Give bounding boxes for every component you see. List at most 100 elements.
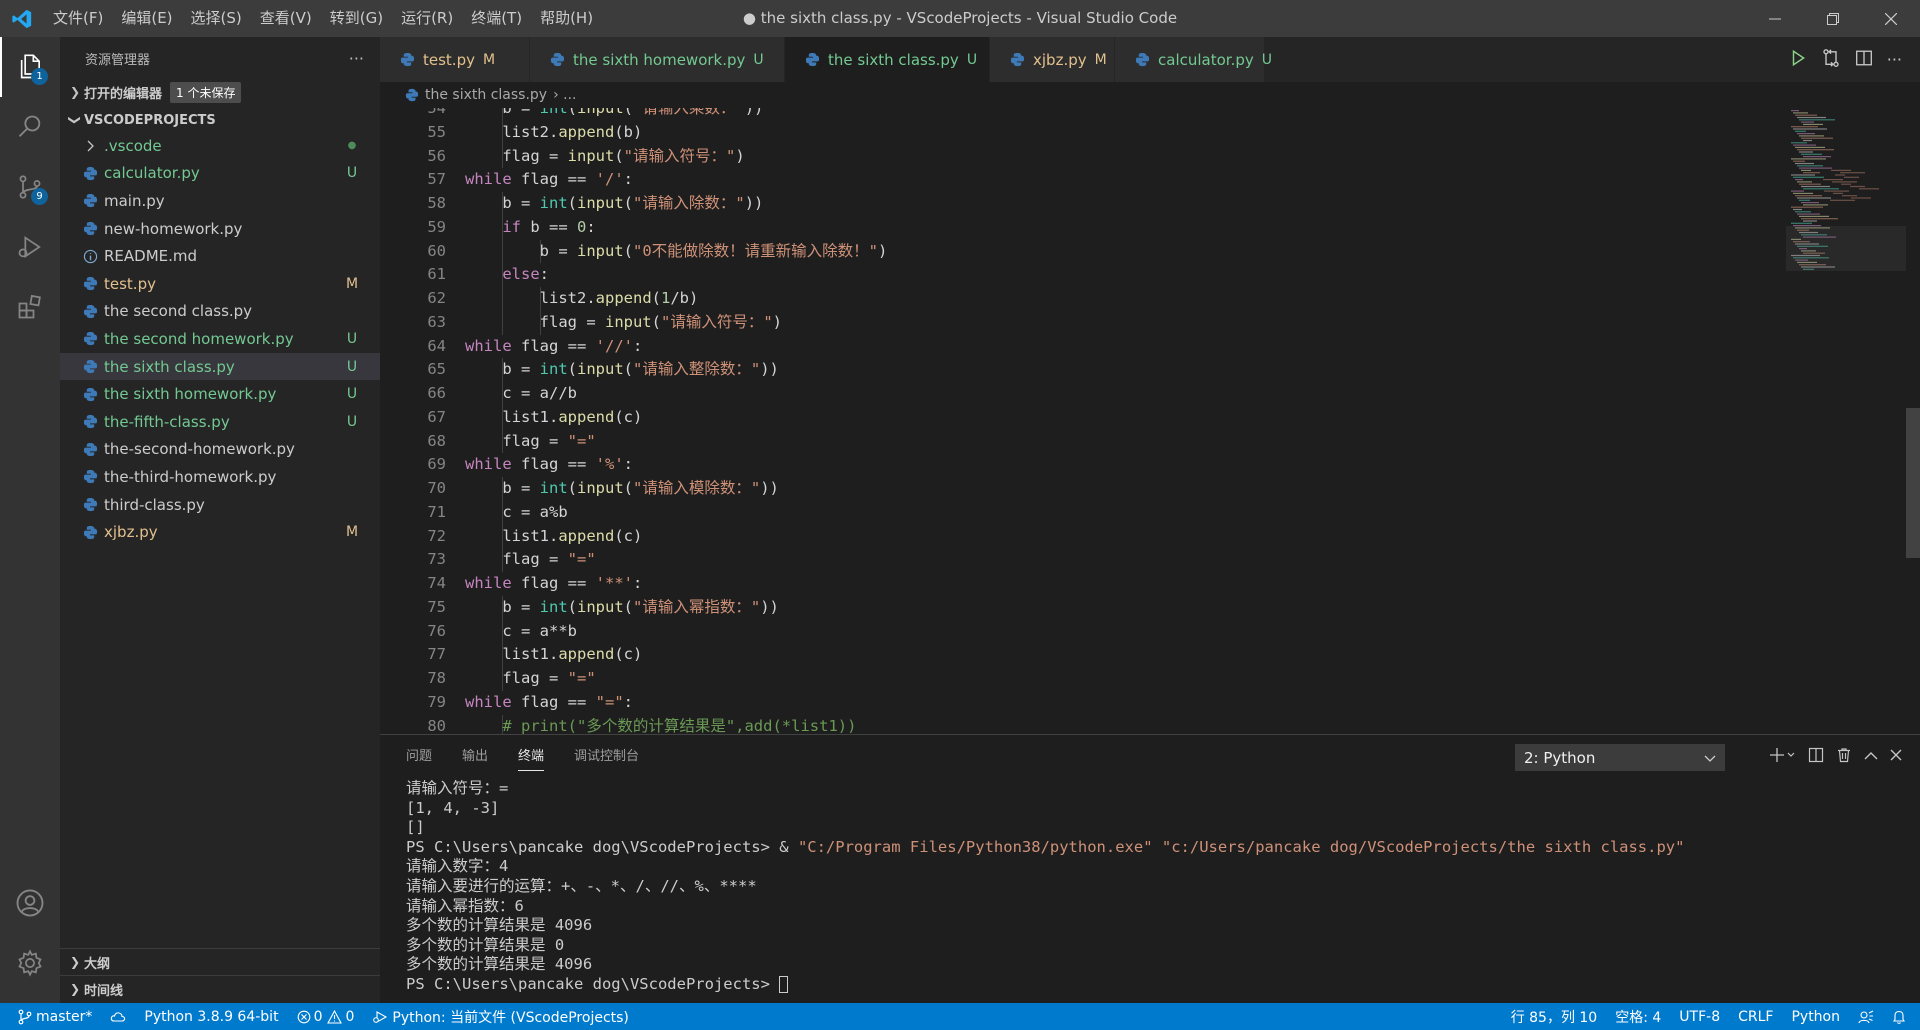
file-tree-item[interactable]: calculator.py U bbox=[60, 160, 380, 188]
editor-tab[interactable]: the sixth homework.py U bbox=[530, 37, 785, 82]
menu-item[interactable]: 运行(R) bbox=[392, 0, 462, 37]
timeline-section[interactable]: ❯ 时间线 bbox=[60, 975, 380, 1002]
breadcrumb-file[interactable]: the sixth class.py bbox=[425, 87, 547, 103]
run-icon[interactable] bbox=[1789, 49, 1807, 71]
terminal-select[interactable]: 2: Python bbox=[1515, 744, 1725, 771]
code-editor[interactable]: 54 55 56 57 58 59 60 61 62 63 64 65 66 67 68 69 70 71 72 73… bbox=[380, 108, 1920, 734]
code-line[interactable]: # print("多个数的计算结果是",add(*list1)) bbox=[465, 715, 856, 735]
python-interpreter[interactable]: Python 3.8.9 64-bit bbox=[135, 1003, 287, 1030]
close-icon[interactable] bbox=[1862, 0, 1920, 37]
outline-section[interactable]: ❯ 大纲 bbox=[60, 948, 380, 975]
project-section[interactable]: ❯ VSCODEPROJECTS bbox=[60, 108, 380, 132]
search-icon[interactable] bbox=[0, 97, 60, 157]
split-terminal-icon[interactable] bbox=[1808, 747, 1824, 767]
file-tree-item[interactable]: the sixth homework.py U bbox=[60, 380, 380, 408]
language-mode[interactable]: Python bbox=[1782, 1003, 1849, 1030]
file-tree-item[interactable]: xjbz.py M bbox=[60, 518, 380, 546]
code-line[interactable]: c = a%b bbox=[465, 501, 567, 525]
menu-item[interactable]: 终端(T) bbox=[462, 0, 531, 37]
code-line[interactable]: b = int(input("请输入乘数：")) bbox=[465, 108, 763, 121]
more-actions-icon[interactable]: ··· bbox=[1887, 50, 1902, 69]
maximize-panel-icon[interactable] bbox=[1864, 750, 1878, 765]
code-line[interactable]: if b == 0: bbox=[465, 216, 595, 240]
code-line[interactable]: while flag == '%': bbox=[465, 453, 633, 477]
extensions-icon[interactable] bbox=[0, 277, 60, 337]
minimize-icon[interactable] bbox=[1746, 0, 1804, 37]
panel-tab[interactable]: 问题 bbox=[406, 735, 432, 779]
code-line[interactable]: flag = "=" bbox=[465, 667, 595, 691]
sync-status[interactable] bbox=[101, 1003, 135, 1030]
account-icon[interactable] bbox=[0, 873, 60, 933]
code-line[interactable]: b = int(input("请输入模除数：")) bbox=[465, 477, 779, 501]
code-line[interactable]: list2.append(b) bbox=[465, 121, 642, 145]
scrollbar-thumb[interactable] bbox=[1906, 408, 1920, 558]
menu-item[interactable]: 帮助(H) bbox=[531, 0, 602, 37]
close-panel-icon[interactable] bbox=[1890, 749, 1902, 765]
file-tree-item[interactable]: README.md bbox=[60, 242, 380, 270]
panel-tab[interactable]: 输出 bbox=[462, 735, 488, 779]
file-tree-item[interactable]: the sixth class.py U bbox=[60, 352, 380, 381]
problems-status[interactable]: 0 0 bbox=[288, 1003, 364, 1030]
new-terminal-icon[interactable] bbox=[1770, 747, 1796, 767]
branch-status[interactable]: master* bbox=[0, 1003, 101, 1030]
encoding[interactable]: UTF-8 bbox=[1670, 1003, 1729, 1030]
restore-icon[interactable] bbox=[1804, 0, 1862, 37]
file-tree-item[interactable]: main.py bbox=[60, 187, 380, 215]
editor-tab[interactable]: test.py M bbox=[380, 37, 530, 82]
editor-tab[interactable]: calculator.py U bbox=[1115, 37, 1272, 82]
code-line[interactable]: list1.append(c) bbox=[465, 643, 642, 667]
code-line[interactable]: c = a**b bbox=[465, 620, 577, 644]
split-editor-icon[interactable] bbox=[1855, 49, 1873, 71]
file-tree-item[interactable]: test.py M bbox=[60, 270, 380, 298]
explorer-icon[interactable]: 1 bbox=[0, 37, 60, 97]
menu-item[interactable]: 查看(V) bbox=[251, 0, 321, 37]
code-line[interactable]: flag = "=" bbox=[465, 430, 595, 454]
code-line[interactable]: flag = "=" bbox=[465, 548, 595, 572]
file-tree-item[interactable]: third-class.py bbox=[60, 491, 380, 519]
open-editors-section[interactable]: ❯ 打开的编辑器 1 个未保存 bbox=[60, 80, 380, 104]
code-line[interactable]: while flag == '//': bbox=[465, 335, 642, 359]
menu-item[interactable]: 转到(G) bbox=[321, 0, 392, 37]
code-line[interactable]: b = int(input("请输入幂指数：")) bbox=[465, 596, 779, 620]
code-line[interactable]: list1.append(c) bbox=[465, 525, 642, 549]
more-actions-icon[interactable]: ··· bbox=[349, 49, 364, 68]
code-line[interactable]: while flag == '/': bbox=[465, 168, 633, 192]
code-line[interactable]: b = int(input("请输入除数：")) bbox=[465, 192, 763, 216]
code-line[interactable]: else: bbox=[465, 263, 549, 287]
code-line[interactable]: list1.append(c) bbox=[465, 406, 642, 430]
menu-item[interactable]: 文件(F) bbox=[44, 0, 112, 37]
trash-icon[interactable] bbox=[1836, 747, 1852, 767]
feedback-icon[interactable] bbox=[1849, 1003, 1883, 1030]
run-config-status[interactable]: Python: 当前文件 (VScodeProjects) bbox=[363, 1003, 638, 1030]
gear-icon[interactable] bbox=[0, 933, 60, 993]
code-line[interactable]: b = int(input("请输入整除数：")) bbox=[465, 358, 779, 382]
code-line[interactable]: while flag == '**': bbox=[465, 572, 642, 596]
menu-item[interactable]: 选择(S) bbox=[182, 0, 251, 37]
code-line[interactable]: list2.append(1/b) bbox=[465, 287, 699, 311]
compare-changes-icon[interactable] bbox=[1821, 48, 1841, 72]
file-tree-item[interactable]: .vscode ● bbox=[60, 132, 380, 160]
code-line[interactable]: flag = input("请输入符号：") bbox=[465, 145, 744, 169]
panel-tab[interactable]: 调试控制台 bbox=[574, 735, 639, 779]
terminal-output[interactable]: 请输入符号：= [1, 4, -3][] PS C:\Users\pancake d… bbox=[406, 779, 1900, 995]
file-tree-item[interactable]: the second homework.py U bbox=[60, 325, 380, 353]
breadcrumb-rest[interactable]: › ... bbox=[553, 87, 576, 103]
code-line[interactable]: c = a//b bbox=[465, 382, 577, 406]
editor-scrollbar[interactable] bbox=[1906, 108, 1920, 734]
source-control-icon[interactable]: 9 bbox=[0, 157, 60, 217]
file-tree-item[interactable]: the-fifth-class.py U bbox=[60, 408, 380, 436]
code-line[interactable]: while flag == "=": bbox=[465, 691, 633, 715]
run-debug-icon[interactable] bbox=[0, 217, 60, 277]
cursor-position[interactable]: 行 85，列 10 bbox=[1502, 1003, 1607, 1030]
code-line[interactable]: b = input("0不能做除数！请重新输入除数！") bbox=[465, 240, 888, 264]
bell-icon[interactable] bbox=[1883, 1003, 1920, 1030]
indentation[interactable]: 空格: 4 bbox=[1606, 1003, 1670, 1030]
file-tree-item[interactable]: the second class.py bbox=[60, 298, 380, 326]
editor-tab[interactable]: xjbz.py M bbox=[990, 37, 1115, 82]
file-tree-item[interactable]: the-second-homework.py bbox=[60, 436, 380, 464]
panel-tab[interactable]: 终端 bbox=[518, 735, 545, 779]
file-tree-item[interactable]: new-homework.py bbox=[60, 215, 380, 243]
minimap[interactable] bbox=[1786, 108, 1906, 278]
code-line[interactable]: flag = input("请输入符号：") bbox=[465, 311, 782, 335]
file-tree-item[interactable]: the-third-homework.py bbox=[60, 463, 380, 491]
